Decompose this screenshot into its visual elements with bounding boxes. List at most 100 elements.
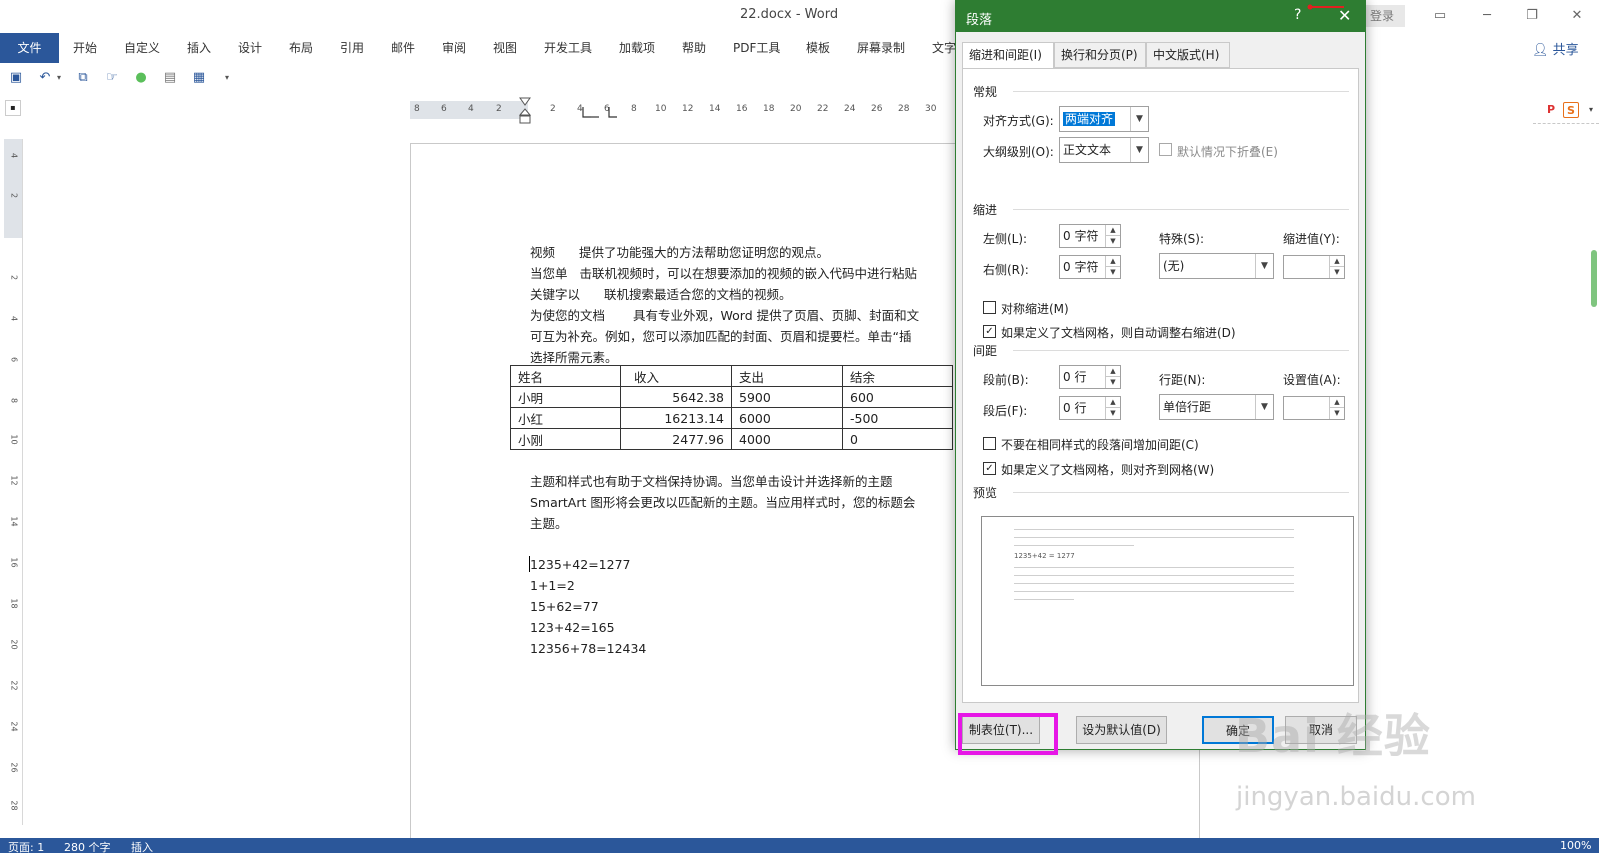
spin-up-icon[interactable]: ▲ [1105,225,1120,236]
undo-dropdown-icon[interactable]: ▾ [54,69,64,87]
equation-line[interactable]: 1235+42=1277 [530,557,630,572]
doc-line[interactable]: SmartArt 图形将会更改以匹配新的主题。当应用样式时，您的标题会 [530,492,915,511]
doc-line[interactable]: 选择所需元素。 [530,347,618,366]
share-button[interactable]: 👤︎ 共享 [1532,39,1579,58]
table-cell[interactable]: 5900 [731,386,843,408]
table-header[interactable]: 结余 [842,365,953,387]
spin-up-icon[interactable]: ▲ [1329,397,1344,408]
table-header[interactable]: 支出 [731,365,843,387]
indent-marker-icon[interactable] [519,97,531,125]
tab-help[interactable]: 帮助 [682,33,706,63]
tab-asian-typography[interactable]: 中文版式(H) [1146,42,1230,68]
spin-down-icon[interactable]: ▼ [1105,267,1120,278]
tab-mailings[interactable]: 邮件 [391,33,415,63]
special-indent-select[interactable]: (无) ▼ [1159,253,1274,279]
doc-line[interactable]: 视频 提供了功能强大的方法帮助您证明您的观点。 [530,242,829,261]
table-cell[interactable]: 小明 [510,386,621,408]
spin-up-icon[interactable]: ▲ [1105,366,1120,377]
doc-line[interactable]: 关键字以 联机搜索最适合您的文档的视频。 [530,284,792,303]
vertical-ruler[interactable]: 4 2 2 4 6 8 10 12 14 16 18 20 22 24 26 2… [4,139,23,825]
alignment-select[interactable]: 两端对齐 ▼ [1059,106,1149,132]
table-cell[interactable]: 小刚 [510,428,621,450]
equation-line[interactable]: 15+62=77 [530,599,599,614]
ruler-tab-selector[interactable]: ▪ [5,100,21,116]
tab-insert[interactable]: 插入 [187,33,211,63]
indent-left-spinner[interactable]: 0 字符 ▲ ▼ [1059,224,1121,248]
mirror-indents-checkbox[interactable] [983,301,996,314]
indent-right-spinner[interactable]: 0 字符 ▲ ▼ [1059,255,1121,279]
spacing-at-spinner[interactable]: ▲ ▼ [1283,396,1345,420]
undo-icon[interactable]: ↶ [36,69,54,87]
doc-line[interactable]: 为使您的文档 具有专业外观，Word 提供了页眉、页脚、封面和文 [530,305,919,324]
equation-line[interactable]: 1+1=2 [530,578,575,593]
table-cell[interactable]: 2477.96 [620,428,732,450]
collapse-checkbox[interactable] [1159,143,1172,156]
spin-down-icon[interactable]: ▼ [1105,377,1120,388]
data-table[interactable]: 姓名 收入 支出 结余 小明 5642.38 5900 600 小红 16213… [510,365,953,450]
table-header[interactable]: 收入 [620,365,732,387]
line-spacing-select[interactable]: 单倍行距 ▼ [1159,394,1274,420]
window-icon[interactable]: ▦ [190,69,208,87]
spin-up-icon[interactable]: ▲ [1105,397,1120,408]
tab-home[interactable]: 开始 [73,33,97,63]
horizontal-ruler[interactable]: 8 6 4 2 2 4 6 8 10 12 14 16 18 20 22 24 … [410,101,960,119]
equation-line[interactable]: 12356+78=12434 [530,641,646,656]
table-cell[interactable]: 600 [842,386,953,408]
doc-line[interactable]: 可互为补充。例如，您可以添加匹配的封面、页眉和提要栏。单击“插 [530,326,911,345]
auto-right-indent-checkbox[interactable]: ✓ [983,325,996,338]
tab-addins[interactable]: 加载项 [619,33,655,63]
table-cell[interactable]: 4000 [731,428,843,450]
close-window-icon[interactable]: ✕ [1566,6,1588,26]
tab-design[interactable]: 设计 [238,33,262,63]
save-icon[interactable]: ▣ [7,69,25,87]
doc-line[interactable]: 主题和样式也有助于文档保持协调。当您单击设计并选择新的主题 [530,471,893,490]
help-icon[interactable]: ? [1294,7,1301,23]
copy-format-icon[interactable]: ⧉ [74,69,92,87]
table-cell[interactable]: -500 [842,407,953,429]
spin-up-icon[interactable]: ▲ [1105,256,1120,267]
table-cell[interactable]: 6000 [731,407,843,429]
no-space-same-style-checkbox[interactable] [983,437,996,450]
tab-stop-marks-icon[interactable] [579,105,639,119]
tab-custom[interactable]: 自定义 [124,33,160,63]
tab-layout[interactable]: 布局 [289,33,313,63]
spin-up-icon[interactable]: ▲ [1329,256,1344,267]
tab-indent-spacing[interactable]: 缩进和间距(I) [962,42,1054,69]
snap-to-grid-checkbox[interactable]: ✓ [983,462,996,475]
tab-line-page-breaks[interactable]: 换行和分页(P) [1054,42,1146,68]
tab-review[interactable]: 审阅 [442,33,466,63]
table-icon[interactable]: ▤ [161,69,179,87]
table-cell[interactable]: 16213.14 [620,407,732,429]
table-cell[interactable]: 小红 [510,407,621,429]
spacing-after-spinner[interactable]: 0 行 ▲ ▼ [1059,396,1121,420]
table-cell[interactable]: 5642.38 [620,386,732,408]
addin-dropdown-icon[interactable]: ▾ [1583,102,1599,118]
doc-line[interactable]: 主题。 [530,513,568,532]
touch-mode-icon[interactable]: ☞ [103,69,121,87]
tab-references[interactable]: 引用 [340,33,364,63]
indent-by-spinner[interactable]: ▲ ▼ [1283,255,1345,279]
dialog-title-bar[interactable]: 段落 ? ✕ [956,1,1365,32]
table-cell[interactable]: 0 [842,428,953,450]
tab-screen-record[interactable]: 屏幕录制 [857,33,905,63]
spin-down-icon[interactable]: ▼ [1105,408,1120,419]
tab-file[interactable]: 文件 [0,33,59,63]
equation-line[interactable]: 123+42=165 [530,620,615,635]
pdf-addin-icon[interactable]: P [1543,102,1559,118]
tab-view[interactable]: 视图 [493,33,517,63]
tab-templates[interactable]: 模板 [806,33,830,63]
spin-down-icon[interactable]: ▼ [1329,267,1344,278]
table-header[interactable]: 姓名 [510,365,621,387]
status-words[interactable]: 280 个字 [64,839,111,853]
set-default-button[interactable]: 设为默认值(D) [1076,716,1167,744]
status-page[interactable]: 页面: 1 [8,839,44,853]
circle-icon[interactable]: ● [132,69,150,87]
tab-pdf-tools[interactable]: PDF工具 [733,33,780,63]
spacing-before-spinner[interactable]: 0 行 ▲ ▼ [1059,365,1121,389]
restore-icon[interactable]: ❐ [1521,6,1543,26]
vertical-scrollbar[interactable] [1591,250,1597,307]
status-mode[interactable]: 插入 [131,839,153,853]
spin-down-icon[interactable]: ▼ [1105,236,1120,247]
ribbon-display-icon[interactable]: ▭ [1429,6,1451,26]
doc-line[interactable]: 当您单 击联机视频时，可以在想要添加的视频的嵌入代码中进行粘贴 [530,263,917,282]
